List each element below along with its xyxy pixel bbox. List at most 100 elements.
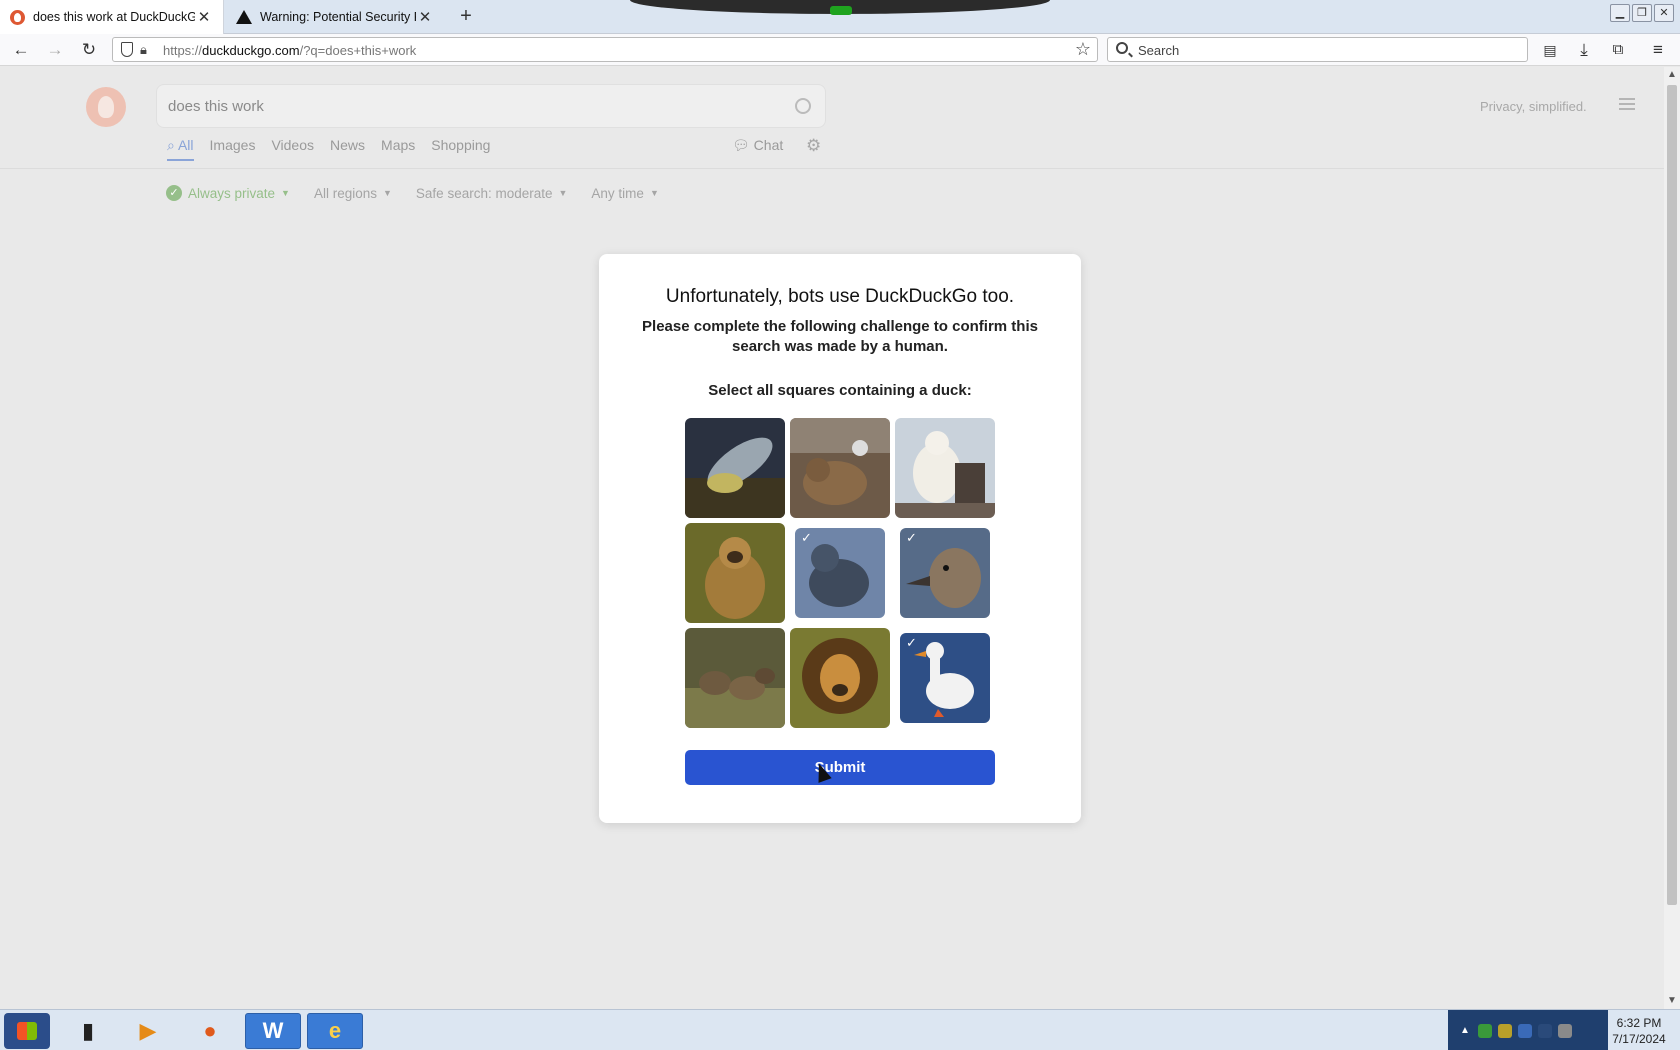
- taskbar-terminal-app[interactable]: ▮: [60, 1013, 116, 1049]
- settings-gear-icon[interactable]: ⚙: [806, 136, 821, 156]
- tracking-protection-icon[interactable]: [121, 42, 133, 57]
- ddg-search-input[interactable]: does this work: [156, 84, 826, 128]
- challenge-subtitle: Please complete the following challenge …: [642, 318, 1038, 355]
- grid-tile-white-duck[interactable]: ✓: [900, 633, 990, 723]
- selected-check-icon: ✓: [906, 635, 917, 650]
- tab-security-warning[interactable]: Warning: Potential Security Risk ✕: [226, 0, 444, 34]
- time-filter[interactable]: Any time ▼: [591, 185, 658, 201]
- monkey-image: [685, 523, 785, 623]
- minimize-button[interactable]: ▁: [1610, 4, 1630, 22]
- grid-tile-ducklings[interactable]: [685, 628, 785, 728]
- scroll-down-icon[interactable]: ▼: [1664, 993, 1680, 1009]
- duckduckgo-favicon-icon: [10, 9, 25, 25]
- tray-app-icon[interactable]: [1498, 1023, 1512, 1038]
- grid-tile-duck[interactable]: ✓: [900, 528, 990, 618]
- grid-tile-lion[interactable]: [790, 628, 890, 728]
- tray-display-icon[interactable]: [1538, 1023, 1552, 1038]
- extensions-icon[interactable]: ⧉: [1608, 40, 1628, 60]
- challenge-title: Unfortunately, bots use DuckDuckGo too.: [665, 286, 1015, 307]
- search-verticals: ⌕ All Images Videos News Maps Shopping: [167, 131, 490, 161]
- region-filter[interactable]: All regions ▼: [314, 185, 392, 201]
- forward-icon[interactable]: →: [45, 40, 65, 60]
- search-icon: [1116, 42, 1128, 54]
- lock-icon[interactable]: 🔒︎: [140, 42, 147, 58]
- safe-search-filter[interactable]: Safe search: moderate ▼: [416, 185, 568, 201]
- grid-tile-fish[interactable]: [685, 418, 785, 518]
- url-path: /?q=does+this+work: [299, 43, 417, 58]
- filter-label: All regions: [313, 185, 377, 201]
- taskbar-word-app[interactable]: W: [245, 1013, 301, 1049]
- hamburger-menu-icon[interactable]: [1619, 98, 1635, 110]
- fish-image: [685, 418, 785, 518]
- tray-expand-icon[interactable]: ▲: [1458, 1024, 1472, 1038]
- word-icon: W: [262, 1018, 284, 1043]
- ducklings-image: [685, 628, 785, 728]
- url-scheme: https://: [163, 43, 203, 58]
- page-scrollbar[interactable]: ▲ ▼: [1664, 67, 1680, 1009]
- browser-search-box[interactable]: Search: [1107, 37, 1528, 62]
- library-icon[interactable]: ▤: [1540, 40, 1560, 60]
- selected-check-icon: ✓: [801, 530, 812, 545]
- back-icon[interactable]: ←: [11, 40, 31, 60]
- polar-bear-image: [895, 418, 995, 518]
- tagline: Privacy, simplified.: [1480, 99, 1587, 114]
- taskbar-media-player-app[interactable]: ▶: [120, 1013, 176, 1049]
- filter-label: Any time: [591, 185, 644, 201]
- image-grid: ✓ ✓ ✓: [685, 418, 995, 728]
- tab-videos[interactable]: Videos: [271, 131, 314, 161]
- grid-tile-polar-bear[interactable]: [895, 418, 995, 518]
- address-bar[interactable]: 🔒︎ https://duckduckgo.com/?q=does+this+w…: [112, 37, 1098, 62]
- new-tab-button[interactable]: +: [456, 6, 476, 26]
- tray-volume-icon[interactable]: [1558, 1023, 1572, 1038]
- tab-duckduckgo[interactable]: does this work at DuckDuckGo ✕: [0, 0, 224, 34]
- search-filters: ✓ Always private ▼ All regions ▼ Safe se…: [166, 185, 659, 201]
- duckduckgo-logo[interactable]: [86, 87, 126, 127]
- tab-images[interactable]: Images: [210, 131, 256, 161]
- taskbar-firefox-app[interactable]: ●: [182, 1013, 238, 1049]
- start-button[interactable]: [4, 1013, 50, 1049]
- tray-network-icon[interactable]: [1518, 1023, 1532, 1038]
- caret-down-icon: ▼: [383, 188, 392, 198]
- selected-check-icon: ✓: [906, 530, 917, 545]
- tab-strip: does this work at DuckDuckGo ✕ Warning: …: [0, 0, 1680, 34]
- close-window-button[interactable]: ✕: [1654, 4, 1674, 22]
- challenge-prompt: Select all squares containing a duck:: [708, 382, 972, 399]
- tab-maps[interactable]: Maps: [381, 131, 415, 161]
- tab-shopping[interactable]: Shopping: [431, 131, 490, 161]
- clock-time: 6:32 PM: [1616, 1016, 1662, 1030]
- taskbar: ▮ ▶ ● W e ▲ 6:32 PM 7/17/2024: [0, 1009, 1680, 1050]
- camera-indicator-icon: [830, 6, 852, 15]
- downloads-icon[interactable]: ⤓: [1574, 40, 1594, 60]
- close-tab-icon[interactable]: ✕: [416, 8, 434, 26]
- tab-news[interactable]: News: [330, 131, 365, 161]
- submit-button[interactable]: Submit: [685, 750, 995, 785]
- reload-icon[interactable]: ↻: [79, 40, 99, 60]
- close-tab-icon[interactable]: ✕: [195, 8, 213, 26]
- lion-image: [790, 628, 890, 728]
- grid-tile-monkey[interactable]: [685, 523, 785, 623]
- url-host: duckduckgo.com: [202, 43, 300, 58]
- header-divider: [0, 168, 1664, 169]
- tab-title: Warning: Potential Security Risk: [260, 10, 416, 24]
- always-private-filter[interactable]: ✓ Always private ▼: [166, 185, 290, 201]
- maximize-button[interactable]: ❐: [1632, 4, 1652, 22]
- clock[interactable]: 6:32 PM 7/17/2024: [1606, 1015, 1672, 1047]
- clock-date: 7/17/2024: [1612, 1032, 1666, 1046]
- grid-tile-bear[interactable]: [790, 418, 890, 518]
- navigation-toolbar: ← → ↻ 🔒︎ https://duckduckgo.com/?q=does+…: [0, 34, 1680, 66]
- terminal-icon: ▮: [81, 1018, 95, 1043]
- app-menu-icon[interactable]: ≡: [1648, 40, 1668, 60]
- chat-link[interactable]: 💬︎ Chat: [732, 137, 783, 154]
- scroll-thumb[interactable]: [1667, 85, 1677, 905]
- tray-app-icon[interactable]: [1478, 1023, 1492, 1038]
- taskbar-ie-app[interactable]: e: [307, 1013, 363, 1049]
- tab-all[interactable]: ⌕ All: [167, 131, 194, 161]
- bookmark-star-icon[interactable]: ☆: [1075, 39, 1091, 60]
- scroll-up-icon[interactable]: ▲: [1664, 67, 1680, 83]
- grid-tile-seal[interactable]: ✓: [795, 528, 885, 618]
- search-icon[interactable]: [795, 98, 811, 114]
- tab-all-label: All: [177, 137, 194, 153]
- chat-label: Chat: [753, 137, 784, 153]
- check-circle-icon: ✓: [166, 185, 182, 201]
- search-query: does this work: [168, 98, 264, 115]
